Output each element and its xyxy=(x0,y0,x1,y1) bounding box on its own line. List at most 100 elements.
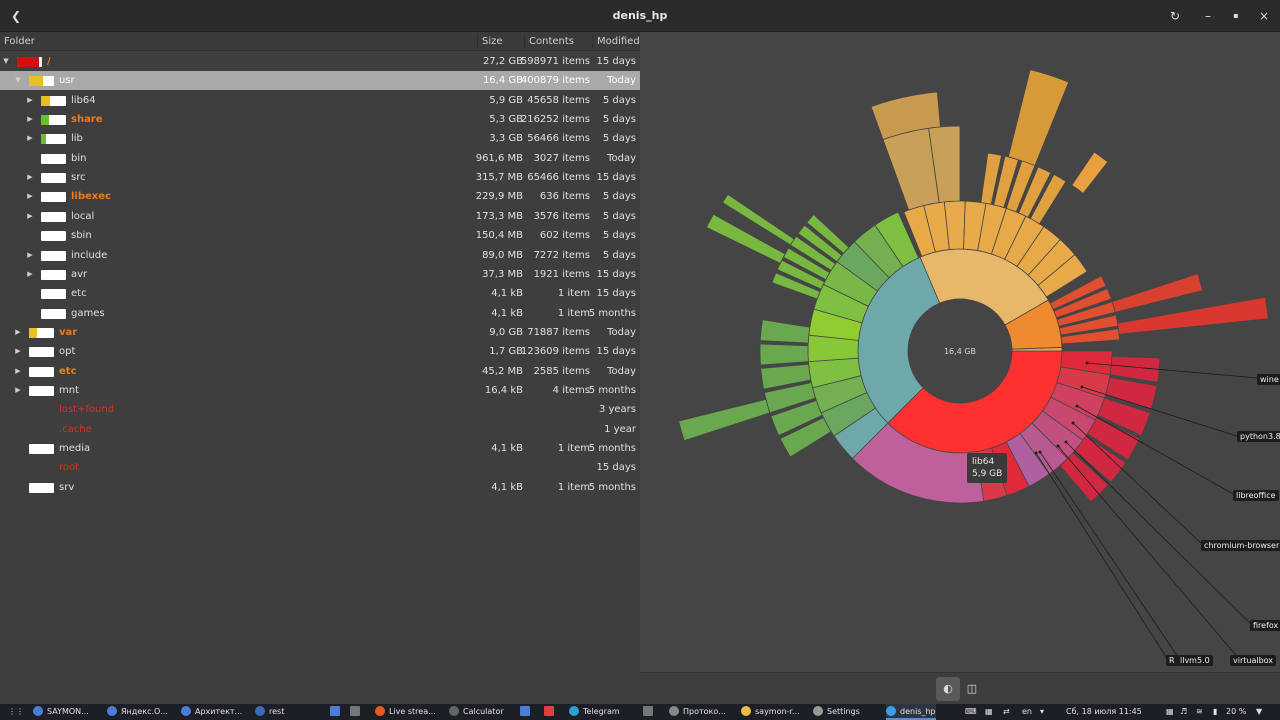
ring-segment-bin-sub[interactable] xyxy=(1111,273,1204,313)
battery-percent: 20 % xyxy=(1226,707,1247,716)
taskbar-item[interactable]: saymon-r... xyxy=(741,704,800,720)
table-row[interactable]: ▶ src 315,7 MB 65466 items 15 days xyxy=(0,168,640,187)
table-row[interactable]: ▶ etc 45,2 MB 2585 items Today xyxy=(0,362,640,381)
launcher-icon[interactable] xyxy=(350,704,364,720)
expand-arrow-icon[interactable]: ▶ xyxy=(13,381,23,400)
language-indicator[interactable]: en xyxy=(1022,704,1032,720)
title-bar: ❮ denis_hp ↻ – ▪ × xyxy=(0,0,1280,32)
folder-size: 16,4 GB xyxy=(482,75,523,87)
table-row[interactable]: ▶ local 173,3 MB 3576 items 5 days xyxy=(0,207,640,226)
table-row[interactable]: ▶ share 5,3 GB 216252 items 5 days xyxy=(0,110,640,129)
expand-arrow-icon[interactable]: ▶ xyxy=(25,129,35,148)
folder-modified: 3 years xyxy=(598,404,636,416)
header-modified[interactable]: Modified xyxy=(597,32,640,51)
header-size[interactable]: Size xyxy=(482,32,503,51)
table-row[interactable]: ▶ lib64 5,9 GB 45658 items 5 days xyxy=(0,91,640,110)
ring-segment-lib-deep[interactable] xyxy=(1007,69,1070,167)
folder-size: 315,7 MB xyxy=(475,172,523,184)
callout-virtualbox[interactable]: virtualbox xyxy=(1230,655,1277,666)
taskbar-item[interactable]: denis_hp xyxy=(886,704,936,720)
table-row[interactable]: ▶ include 89,0 MB 7272 items 5 days xyxy=(0,246,640,265)
collapse-arrow-icon[interactable]: ▼ xyxy=(13,71,23,90)
table-row[interactable]: games 4,1 kB 1 item 5 months xyxy=(0,304,640,323)
expand-arrow-icon[interactable]: ▶ xyxy=(25,168,35,187)
treemap-chart-icon[interactable]: ◫ xyxy=(960,677,984,701)
wifi-icon[interactable]: ≋ xyxy=(1196,704,1203,720)
callout-python[interactable]: python3.8 xyxy=(1237,431,1280,442)
ring-segment-share-deep[interactable] xyxy=(706,213,786,264)
header-contents[interactable]: Contents xyxy=(529,32,574,51)
table-row[interactable]: ▶ lib 3,3 GB 56466 items 5 days xyxy=(0,129,640,148)
table-row[interactable]: ▼ / 27,2 GB 598971 items 15 days xyxy=(0,52,640,71)
callout-firefox[interactable]: firefox xyxy=(1250,620,1280,631)
table-row[interactable]: ▶ avr 37,3 MB 1921 items 15 days xyxy=(0,265,640,284)
collapse-arrow-icon[interactable]: ▼ xyxy=(1,52,11,71)
launcher-icon[interactable] xyxy=(544,704,558,720)
keyboard-icon[interactable]: ⌨ xyxy=(965,704,977,720)
network-icon[interactable]: ⇄ xyxy=(1003,704,1010,720)
table-row[interactable]: ▶ var 9,0 GB 71887 items Today xyxy=(0,323,640,342)
taskbar-item[interactable]: Яндекс.О... xyxy=(107,704,168,720)
table-row[interactable]: ▶ opt 1,7 GB 123609 items 15 days xyxy=(0,342,640,361)
callout-libreoffice[interactable]: libreoffice xyxy=(1233,490,1279,501)
table-row[interactable]: ▶ libexec 229,9 MB 636 items 5 days xyxy=(0,187,640,206)
table-row[interactable]: ▶ mnt 16,4 kB 4 items 5 months xyxy=(0,381,640,400)
clock[interactable]: Сб, 18 июля 11:45 xyxy=(1066,704,1142,720)
ring-segment-lib-deep[interactable] xyxy=(1071,151,1109,194)
callout-chromium[interactable]: chromium-browser xyxy=(1201,540,1280,551)
taskbar-item[interactable]: Settings xyxy=(813,704,860,720)
language-dropdown-icon[interactable]: ▾ xyxy=(1040,704,1044,720)
table-row[interactable]: lost+found 3 years xyxy=(0,400,640,419)
rings-chart-icon[interactable]: ◐ xyxy=(936,677,960,701)
taskbar-item[interactable]: Архитект... xyxy=(181,704,242,720)
taskbar-item[interactable]: Calculator xyxy=(449,704,504,720)
table-row[interactable]: sbin 150,4 MB 602 items 5 days xyxy=(0,226,640,245)
menu-icon[interactable]: ▼ xyxy=(1256,704,1262,720)
expand-arrow-icon[interactable]: ▶ xyxy=(25,91,35,110)
expand-arrow-icon[interactable]: ▶ xyxy=(25,110,35,129)
tray-icon[interactable]: ▦ xyxy=(985,704,993,720)
minimize-button[interactable]: – xyxy=(1196,4,1220,28)
expand-arrow-icon[interactable]: ▶ xyxy=(25,207,35,226)
maximize-button[interactable]: ▪ xyxy=(1224,4,1248,28)
apps-grid-icon[interactable]: ⋮⋮ xyxy=(8,704,24,720)
close-button[interactable]: × xyxy=(1252,4,1276,28)
taskbar-item[interactable]: Протоко... xyxy=(669,704,726,720)
table-row[interactable]: root 15 days xyxy=(0,458,640,477)
expand-arrow-icon[interactable]: ▶ xyxy=(25,246,35,265)
header-folder[interactable]: Folder xyxy=(4,32,35,51)
folder-name: lost+found xyxy=(59,404,115,416)
table-row[interactable]: bin 961,6 MB 3027 items Today xyxy=(0,149,640,168)
volume-icon[interactable]: ♬ xyxy=(1180,704,1187,720)
callout-r[interactable]: R xyxy=(1166,655,1178,666)
folder-modified: 15 days xyxy=(596,462,636,474)
sunburst-chart[interactable]: 16,4 GB xyxy=(640,32,1280,672)
table-row[interactable]: srv 4,1 kB 1 item 5 months xyxy=(0,478,640,497)
table-row[interactable]: media 4,1 kB 1 item 5 months xyxy=(0,439,640,458)
table-row[interactable]: etc 4,1 kB 1 item 15 days xyxy=(0,284,640,303)
ring-segment-share-sub[interactable] xyxy=(759,343,809,366)
usage-bar xyxy=(29,385,54,396)
expand-arrow-icon[interactable]: ▶ xyxy=(25,265,35,284)
ring-segment-share-deep[interactable] xyxy=(678,398,771,442)
callout-llvm[interactable]: llvm5.0 xyxy=(1177,655,1213,666)
taskbar-item[interactable]: Live strea... xyxy=(375,704,436,720)
table-row[interactable]: .cache 1 year xyxy=(0,420,640,439)
calendar-icon[interactable]: ▦ xyxy=(1166,704,1174,720)
expand-arrow-icon[interactable]: ▶ xyxy=(13,342,23,361)
taskbar-item[interactable]: SAYMON... xyxy=(33,704,89,720)
table-row[interactable]: ▼ usr 16,4 GB 400879 items Today xyxy=(0,71,640,91)
ring-segment-share-sub[interactable] xyxy=(759,319,811,344)
launcher-icon[interactable] xyxy=(643,704,657,720)
folder-size: 1,7 GB xyxy=(489,346,523,358)
expand-arrow-icon[interactable]: ▶ xyxy=(25,187,35,206)
refresh-icon[interactable]: ↻ xyxy=(1163,4,1187,28)
launcher-icon[interactable] xyxy=(520,704,534,720)
taskbar-item[interactable]: rest xyxy=(255,704,284,720)
battery-icon[interactable]: ▮ xyxy=(1213,704,1217,720)
launcher-icon[interactable] xyxy=(330,704,344,720)
expand-arrow-icon[interactable]: ▶ xyxy=(13,362,23,381)
taskbar-item[interactable]: Telegram xyxy=(569,704,620,720)
expand-arrow-icon[interactable]: ▶ xyxy=(13,323,23,342)
callout-wine[interactable]: wine xyxy=(1257,374,1280,385)
